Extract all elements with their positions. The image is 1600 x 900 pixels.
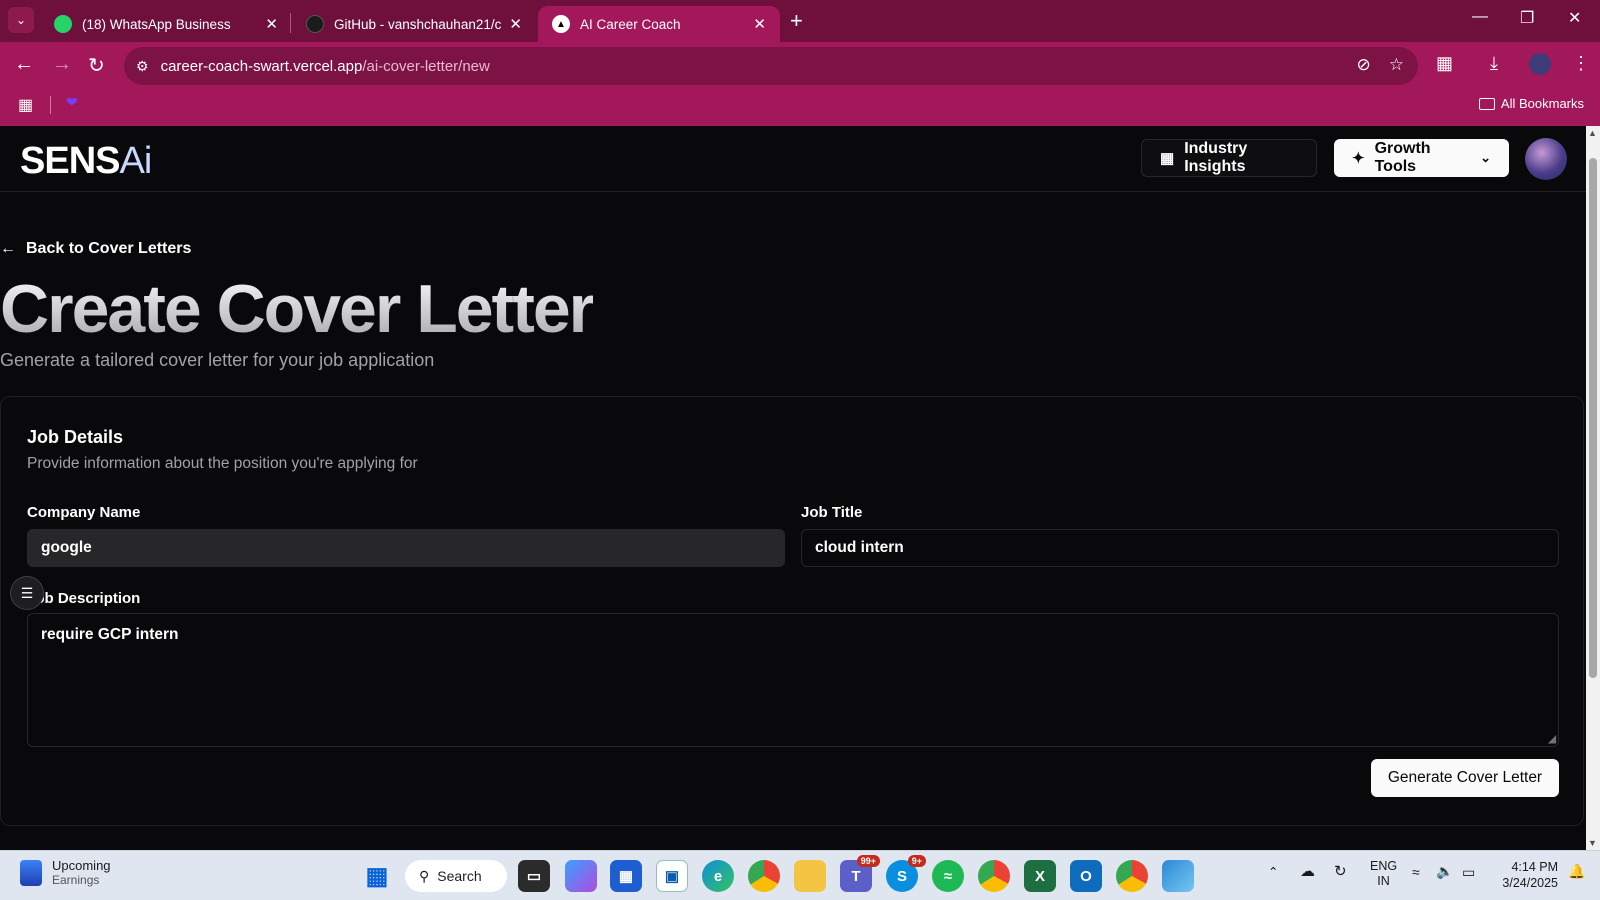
stocks-icon (20, 859, 42, 886)
download-icon[interactable]: ⤓ (1490, 53, 1498, 74)
app-viewport: SENSAi ▦ Industry Insights ✦ Growth Tool… (0, 126, 1586, 850)
whatsapp-icon (54, 15, 72, 33)
star-icon[interactable]: ☆ (1389, 55, 1404, 75)
chrome-profile-icon[interactable] (978, 860, 1010, 892)
volume-icon[interactable]: 🔈 (1436, 864, 1453, 879)
page-subtitle: Generate a tailored cover letter for you… (0, 350, 435, 370)
close-tab-icon[interactable]: ✕ (753, 15, 766, 33)
bookmarks-divider (50, 96, 51, 114)
chrome-icon[interactable] (748, 860, 780, 892)
browser-chrome: ⌄ (18) WhatsApp Business ✕ GitHub - vans… (0, 0, 1600, 126)
file-explorer-icon[interactable] (794, 860, 826, 892)
remote-desktop-icon[interactable]: ▣ (656, 860, 688, 892)
restore-icon[interactable]: ❐ (1520, 8, 1534, 28)
excel-icon[interactable]: X (1024, 860, 1056, 892)
page-scrollbar[interactable]: ▲ ▼ (1586, 126, 1600, 850)
site-info-icon[interactable]: ⚙ (136, 58, 149, 75)
vercel-icon: ▲ (552, 15, 570, 33)
sparkles-icon: ✦ (1352, 150, 1365, 167)
job-details-card: Job Details Provide information about th… (0, 396, 1584, 826)
omnibox-actions: ⊘ ☆ (1357, 55, 1405, 75)
reload-icon[interactable]: ↻ (88, 53, 105, 78)
url-path: /ai-cover-letter/new (362, 57, 490, 75)
tab-ai-career-coach[interactable]: ▲ AI Career Coach ✕ (538, 6, 780, 42)
folder-icon (1478, 97, 1495, 110)
job-title-input[interactable]: cloud intern (801, 529, 1559, 567)
tab-strip: ⌄ (18) WhatsApp Business ✕ GitHub - vans… (0, 0, 1600, 42)
scroll-thumb[interactable] (1589, 158, 1597, 678)
job-description-textarea[interactable]: require GCP intern ◢ (27, 613, 1559, 747)
dashboard-icon: ▦ (1160, 150, 1175, 167)
close-tab-icon[interactable]: ✕ (265, 15, 278, 33)
clock[interactable]: 4:14 PM 3/24/2025 (1492, 859, 1558, 891)
wifi-icon[interactable]: ≈ (1412, 865, 1420, 880)
skype-icon[interactable]: S 9+ (886, 855, 926, 892)
github-icon (306, 15, 324, 33)
arrow-left-icon: ← (0, 240, 16, 257)
industry-insights-button[interactable]: ▦ Industry Insights (1141, 139, 1317, 177)
battery-icon[interactable]: ▭ (1462, 865, 1475, 880)
back-to-cover-letters-link[interactable]: ← Back to Cover Letters (0, 240, 191, 258)
tab-github[interactable]: GitHub - vanshchauhan21/care ✕ (292, 6, 536, 42)
resize-handle-icon[interactable]: ◢ (1548, 734, 1556, 745)
minimize-icon[interactable]: — (1472, 8, 1488, 26)
scroll-down-icon[interactable]: ▼ (1588, 838, 1597, 848)
card-description: Provide information about the position y… (27, 455, 418, 472)
onedrive-icon[interactable]: ☁ (1300, 864, 1315, 879)
back-arrow-icon[interactable]: ← (14, 53, 34, 76)
user-avatar[interactable] (1525, 138, 1567, 180)
spotify-icon[interactable]: ≈ (932, 860, 964, 892)
eye-off-icon[interactable]: ⊘ (1357, 55, 1371, 75)
heart-bookmark-icon[interactable]: ❤ (66, 94, 78, 111)
search-icon: ⚲ (419, 867, 430, 884)
apps-grid-icon[interactable]: ▦ (18, 95, 33, 115)
store-icon[interactable]: ▦ (610, 860, 642, 892)
logo[interactable]: SENSAi (20, 140, 152, 183)
sync-icon[interactable]: ↻ (1334, 864, 1347, 879)
close-window-icon[interactable]: ✕ (1568, 8, 1581, 28)
taskbar-search[interactable]: ⚲ Search (405, 860, 507, 892)
app-header: SENSAi ▦ Industry Insights ✦ Growth Tool… (0, 126, 1586, 192)
widgets-button[interactable]: Upcoming Earnings (20, 858, 111, 887)
edge-icon[interactable]: e (702, 860, 734, 892)
copilot-icon[interactable] (565, 860, 597, 892)
close-tab-icon[interactable]: ✕ (509, 15, 522, 33)
chevron-up-icon[interactable]: ⌃ (1268, 865, 1278, 880)
job-title-label: Job Title (801, 504, 863, 521)
floating-tools-icon[interactable]: ☰ (10, 576, 44, 610)
windows-taskbar: Upcoming Earnings ▦ ⚲ Search ▭ ▦ ▣ e T 99… (0, 850, 1600, 900)
url-host: career-coach-swart.vercel.app (160, 57, 363, 75)
navigation-bar: ← → ↻ ⚙ career-coach-swart.vercel.app /a… (0, 47, 1600, 85)
windows-start-icon[interactable]: ▦ (361, 860, 393, 892)
tab-divider (290, 13, 291, 33)
extensions-icon[interactable]: ▦ (1436, 53, 1453, 74)
bookmarks-bar: ▦ ❤ All Bookmarks (0, 88, 1600, 122)
teams-icon[interactable]: T 99+ (840, 855, 880, 892)
company-name-label: Company Name (27, 504, 141, 521)
outlook-icon[interactable]: O (1070, 860, 1102, 892)
all-bookmarks-button[interactable]: All Bookmarks (1478, 96, 1584, 111)
photos-icon[interactable] (1162, 860, 1194, 892)
notifications-icon[interactable]: 🔔 (1568, 864, 1585, 879)
company-name-input[interactable]: google (27, 529, 785, 567)
job-description-label: Job Description (27, 590, 141, 607)
forward-arrow-icon[interactable]: → (52, 53, 72, 76)
chrome-active-icon[interactable] (1116, 860, 1148, 892)
address-bar[interactable]: ⚙ career-coach-swart.vercel.app /ai-cove… (124, 47, 1418, 85)
new-tab-icon[interactable]: + (790, 8, 803, 34)
task-view-icon[interactable]: ▭ (518, 860, 550, 892)
menu-dots-icon[interactable]: ⋮ (1572, 53, 1590, 74)
card-title: Job Details (27, 427, 124, 447)
profile-avatar-icon[interactable] (1529, 53, 1551, 75)
language-indicator[interactable]: ENG IN (1370, 859, 1397, 889)
tab-whatsapp[interactable]: (18) WhatsApp Business ✕ (40, 6, 292, 42)
generate-cover-letter-button[interactable]: Generate Cover Letter (1371, 759, 1559, 797)
page-title: Create Cover Letter (0, 271, 595, 347)
scroll-up-icon[interactable]: ▲ (1588, 128, 1597, 138)
growth-tools-button[interactable]: ✦ Growth Tools ⌄ (1334, 139, 1509, 177)
tab-search-button[interactable]: ⌄ (8, 7, 34, 33)
chevron-down-icon: ⌄ (15, 13, 27, 27)
chevron-down-icon: ⌄ (1480, 150, 1491, 165)
